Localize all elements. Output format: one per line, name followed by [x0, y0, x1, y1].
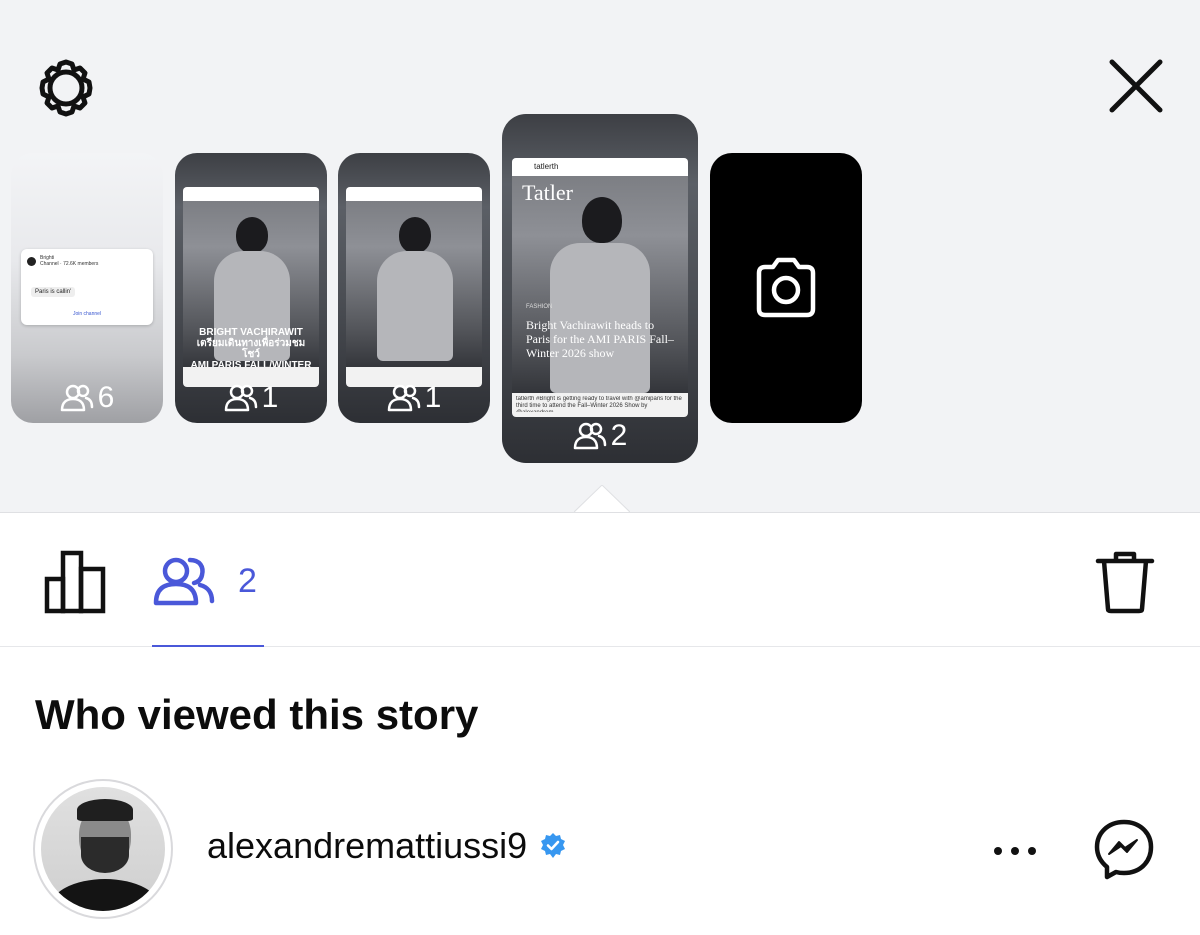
- messenger-icon: [1094, 819, 1154, 880]
- post-header: [183, 187, 319, 201]
- channel-subtitle: Channel · 72.6K members: [40, 261, 99, 267]
- viewers-icon: [153, 557, 215, 606]
- story-viewer-count: 1: [338, 381, 490, 415]
- viewer-username[interactable]: alexandremattiussi9: [207, 825, 567, 867]
- username-label: alexandremattiussi9: [207, 825, 528, 866]
- tab-insights[interactable]: [42, 549, 110, 615]
- section-title: Who viewed this story: [35, 691, 479, 738]
- story-viewer-count: 1: [175, 381, 327, 415]
- viewer-count-label: 1: [261, 381, 279, 414]
- channel-avatar: [27, 256, 36, 266]
- close-icon[interactable]: [1098, 48, 1174, 124]
- story-photo: [346, 187, 482, 387]
- story-thumbnail-2[interactable]: BRIGHT VACHIRAWIT เตรียมเดินทางเพื่อร่วม…: [175, 153, 327, 423]
- details-tab-bar: 2: [0, 513, 1200, 647]
- story-thumbnail-4-selected[interactable]: tatlerth Tatler FASHION Bright Vachirawi…: [502, 114, 698, 463]
- person-image: [369, 207, 459, 361]
- story-photo: BRIGHT VACHIRAWIT เตรียมเดินทางเพื่อร่วม…: [183, 187, 319, 387]
- story-headline: Bright Vachirawit heads to Paris for the…: [526, 318, 674, 360]
- viewers-icon: [60, 384, 93, 412]
- post-header: tatlerth: [512, 158, 688, 176]
- trash-icon: [1095, 551, 1155, 614]
- viewer-count-label: 6: [97, 381, 115, 414]
- active-tab-indicator: [152, 645, 264, 647]
- story-tag: FASHION: [526, 304, 553, 310]
- story-viewer-count: 6: [11, 381, 163, 415]
- viewer-count-label: 2: [610, 419, 628, 452]
- post-header: [346, 187, 482, 201]
- story-thumbnail-3[interactable]: 1: [338, 153, 490, 423]
- story-photo: tatlerth Tatler FASHION Bright Vachirawi…: [512, 158, 688, 417]
- tab-viewers[interactable]: 2: [152, 553, 264, 609]
- story-thumbnail-1[interactable]: Brighti Channel · 72.6K members Paris is…: [11, 153, 163, 423]
- channel-preview-card: Brighti Channel · 72.6K members Paris is…: [21, 249, 153, 325]
- viewer-count-label: 1: [424, 381, 442, 414]
- camera-icon: [756, 257, 816, 318]
- post-caption: tatlerth #Bright is getting ready to tra…: [512, 393, 688, 417]
- post-caption-text: tatlerth #Bright is getting ready to tra…: [516, 396, 682, 412]
- viewers-icon: [387, 384, 420, 412]
- story-tray: Brighti Channel · 72.6K members Paris is…: [0, 0, 1200, 513]
- verified-badge-icon: [541, 833, 566, 858]
- insights-icon: [44, 550, 106, 614]
- join-channel-link: Join channel: [72, 311, 102, 317]
- avatar[interactable]: [33, 779, 173, 919]
- send-message-button[interactable]: [1092, 817, 1156, 881]
- viewers-icon: [224, 384, 257, 412]
- viewers-icon: [573, 422, 606, 450]
- viewer-list-item: alexandremattiussi9: [0, 775, 1200, 925]
- more-options-button[interactable]: [990, 831, 1040, 871]
- add-story-camera-button[interactable]: [710, 153, 862, 423]
- delete-story-button[interactable]: [1094, 549, 1156, 615]
- story-details-panel: 2 Who viewed this story alexandremattius…: [0, 512, 1200, 935]
- post-source: tatlerth: [534, 162, 559, 171]
- tab-viewers-count: 2: [238, 561, 257, 600]
- more-icon: [994, 847, 1036, 855]
- settings-icon[interactable]: [30, 52, 102, 124]
- channel-message: Paris is callin': [31, 287, 76, 297]
- selection-pointer: [574, 485, 630, 513]
- story-viewer-count: 2: [502, 419, 698, 453]
